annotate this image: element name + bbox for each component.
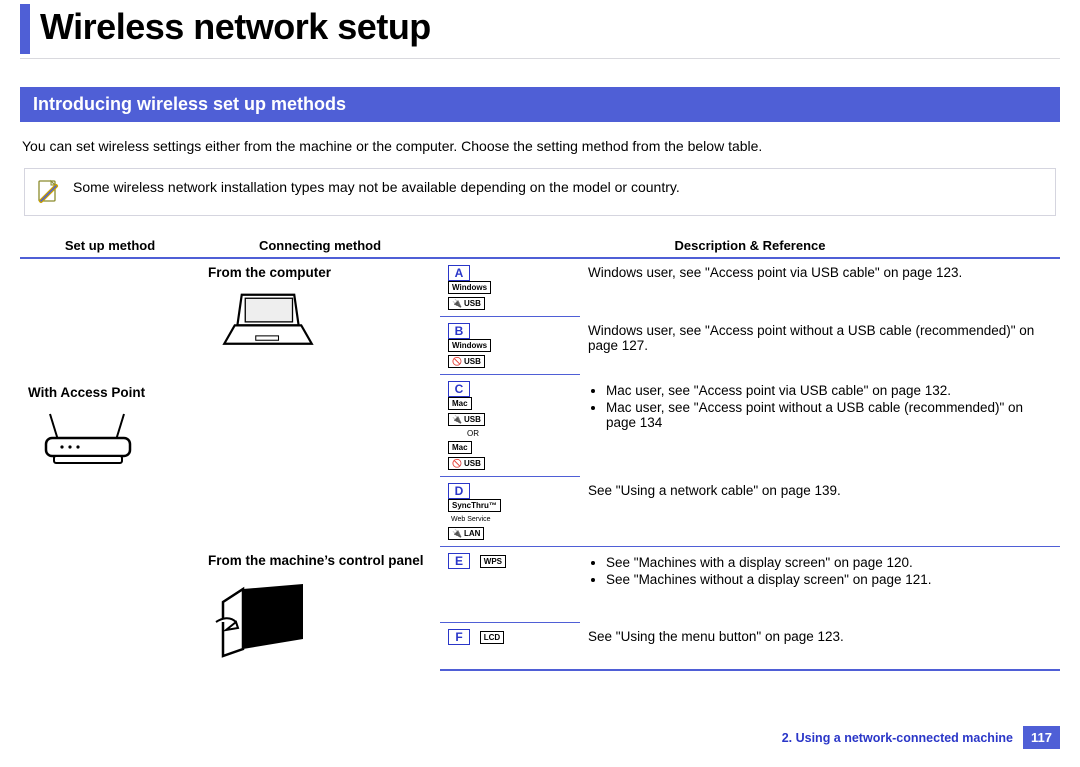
section-heading: Introducing wireless set up methods	[20, 87, 1060, 122]
chip-cell-f: F LCD	[440, 623, 580, 670]
chip-a-conn-label: 🔌 USB	[448, 297, 485, 310]
chip-c: C	[448, 381, 470, 397]
desc-e: See "Machines with a display screen" on …	[580, 547, 1060, 623]
chip-f-label: LCD	[480, 631, 504, 644]
chip-d-app-label: SyncThru™	[448, 499, 501, 512]
chip-c-or-label: OR	[448, 429, 498, 438]
note-box: Some wireless network installation types…	[24, 168, 1056, 216]
desc-a: Windows user, see "Access point via USB …	[580, 258, 1060, 317]
chip-cell-b: B Windows 🚫 USB	[440, 317, 580, 375]
chip-d-sub-label: Web Service	[448, 515, 494, 524]
chip-c-nousb-label: 🚫 USB	[448, 457, 485, 470]
title-accent-bar	[20, 4, 30, 54]
page-title: Wireless network setup	[40, 4, 431, 54]
cell-from-computer: From the computer	[200, 258, 440, 547]
methods-table: Set up method Connecting method Descript…	[20, 234, 1060, 671]
chip-c-usb-label: 🔌 USB	[448, 413, 485, 426]
desc-c: Mac user, see "Access point via USB cabl…	[580, 375, 1060, 477]
chip-b-os-label: Windows	[448, 339, 491, 352]
footer-chapter: 2. Using a network-connected machine	[782, 731, 1013, 745]
chip-f: F	[448, 629, 470, 645]
from-computer-label: From the computer	[208, 265, 432, 280]
desc-b: Windows user, see "Access point without …	[580, 317, 1060, 375]
title-divider	[20, 58, 1060, 59]
chip-a-os-label: Windows	[448, 281, 491, 294]
desc-d: See "Using a network cable" on page 139.	[580, 477, 1060, 547]
note-text: Some wireless network installation types…	[73, 179, 680, 195]
access-point-illustration	[28, 406, 148, 476]
chip-b: B	[448, 323, 470, 339]
th-setup: Set up method	[20, 234, 200, 258]
chip-a: A	[448, 265, 470, 281]
desc-e-1: See "Machines with a display screen" on …	[606, 555, 1052, 570]
desc-c-1: Mac user, see "Access point via USB cabl…	[606, 383, 1052, 398]
setup-method-label: With Access Point	[28, 385, 192, 400]
chip-cell-e: E WPS	[440, 547, 580, 623]
table-header-row: Set up method Connecting method Descript…	[20, 234, 1060, 258]
chip-d: D	[448, 483, 470, 499]
intro-paragraph: You can set wireless settings either fro…	[22, 138, 1060, 154]
chip-d-conn-label: 🔌 LAN	[448, 527, 484, 540]
laptop-illustration	[208, 286, 328, 356]
desc-c-2: Mac user, see "Access point without a US…	[606, 400, 1052, 430]
chip-cell-d: D SyncThru™ Web Service 🔌 LAN	[440, 477, 580, 547]
chip-b-conn-label: 🚫 USB	[448, 355, 485, 368]
desc-f: See "Using the menu button" on page 123.	[580, 623, 1060, 670]
chip-e-label: WPS	[480, 555, 506, 568]
title-block: Wireless network setup	[20, 4, 1060, 54]
page-footer: 2. Using a network-connected machine 117	[782, 726, 1060, 749]
footer-page-number: 117	[1023, 726, 1060, 749]
th-desc: Description & Reference	[440, 234, 1060, 258]
from-panel-label: From the machine’s control panel	[208, 553, 432, 568]
chip-e: E	[448, 553, 470, 569]
printer-panel-illustration	[208, 574, 318, 664]
cell-from-panel: From the machine’s control panel	[200, 547, 440, 670]
chip-c-os-label: Mac	[448, 397, 472, 410]
chip-cell-c: C Mac 🔌 USB OR Mac 🚫 USB	[440, 375, 580, 477]
table-row: With Access Point From the computer	[20, 258, 1060, 317]
chip-cell-a: A Windows 🔌 USB	[440, 258, 580, 317]
desc-e-2: See "Machines without a display screen" …	[606, 572, 1052, 587]
th-connect: Connecting method	[200, 234, 440, 258]
note-icon	[37, 179, 59, 205]
chip-c-os-label-2: Mac	[448, 441, 472, 454]
cell-setup-method: With Access Point	[20, 258, 200, 670]
